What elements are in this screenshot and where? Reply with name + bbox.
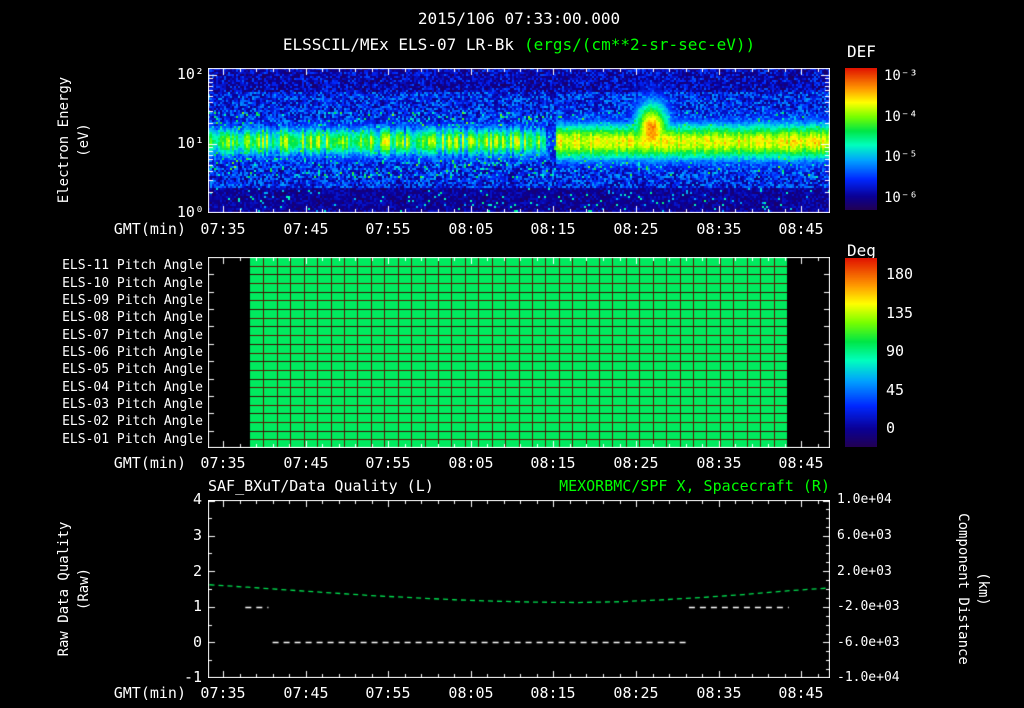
pitch-row-label: ELS-10 Pitch Angle	[62, 276, 203, 291]
time-tick-label: 07:45	[283, 684, 329, 702]
time-tick-label: 07:35	[200, 684, 246, 702]
pitch-row-label: ELS-08 Pitch Angle	[62, 310, 203, 325]
time-tick-label: 08:35	[696, 684, 742, 702]
def-tick-label: 10⁻³	[884, 68, 918, 84]
time-tick-label: 07:35	[200, 220, 246, 238]
els-quicklook-screen: 2015/106 07:33:00.000 ELSSCIL/MEx ELS-07…	[0, 0, 1024, 708]
time-tick-label: 08:05	[448, 220, 494, 238]
time-tick-label: 07:55	[365, 454, 411, 472]
deg-tick-label: 90	[886, 342, 905, 360]
time-tick-label: 08:25	[613, 684, 659, 702]
spectrogram-ylabel-line2: (eV)	[76, 123, 92, 157]
time-tick-label: 08:05	[448, 454, 494, 472]
quality-time-axis: 07:35 07:45 07:55 08:05 08:15 08:25 08:3…	[200, 684, 830, 702]
pitch-row-label: ELS-03 Pitch Angle	[62, 397, 203, 412]
quality-tick-label: 3	[192, 526, 202, 544]
pitch-row-label: ELS-05 Pitch Angle	[62, 362, 203, 377]
spectrogram-ylabel-line1: Electron Energy	[56, 76, 72, 204]
time-tick-label: 08:25	[613, 220, 659, 238]
energy-tick-label: 10⁰	[176, 203, 204, 221]
quality-ylabel-line2: (Raw)	[76, 567, 92, 611]
pitch-row-label: ELS-02 Pitch Angle	[62, 414, 203, 429]
pitch-angle-canvas	[208, 257, 830, 448]
timestamp-title: 2015/106 07:33:00.000	[417, 9, 621, 28]
pitch-row-label: ELS-06 Pitch Angle	[62, 345, 203, 360]
orbit-title-right: MEXORBMC/SPF X, Spacecraft (R)	[559, 477, 830, 495]
quality-distance-canvas	[208, 500, 830, 678]
time-tick-label: 08:35	[696, 220, 742, 238]
time-tick-label: 08:45	[778, 454, 824, 472]
distance-tick-label: 2.0e+03	[837, 564, 892, 579]
spectrogram-time-axis: 07:35 07:45 07:55 08:05 08:15 08:25 08:3…	[200, 220, 830, 238]
pitch-row-label: ELS-09 Pitch Angle	[62, 293, 203, 308]
gmt-label: GMT(min)	[113, 454, 186, 472]
def-colorbar	[845, 68, 877, 210]
quality-tick-label: 4	[192, 490, 202, 508]
quality-title-left: SAF_BXuT/Data Quality (L)	[208, 477, 434, 495]
time-tick-label: 08:45	[778, 220, 824, 238]
time-tick-label: 08:05	[448, 684, 494, 702]
def-colorbar-title: DEF	[847, 42, 876, 61]
distance-tick-label: -1.0e+04	[837, 670, 900, 685]
electron-spectrogram-canvas	[208, 68, 830, 213]
bottom-panel-titles: SAF_BXuT/Data Quality (L) MEXORBMC/SPF X…	[208, 479, 830, 494]
pitch-row-label: ELS-04 Pitch Angle	[62, 380, 203, 395]
distance-tick-label: 6.0e+03	[837, 528, 892, 543]
gmt-label: GMT(min)	[113, 220, 186, 238]
time-tick-label: 07:45	[283, 220, 329, 238]
units-label: (ergs/(cm**2-sr-sec-eV))	[524, 35, 756, 54]
time-tick-label: 07:45	[283, 454, 329, 472]
deg-tick-label: 45	[886, 381, 905, 399]
pitch-row-label: ELS-07 Pitch Angle	[62, 328, 203, 343]
time-tick-label: 08:25	[613, 454, 659, 472]
gmt-label: GMT(min)	[113, 684, 186, 702]
plot-title: ELSSCIL/MEx ELS-07 LR-Bk (ergs/(cm**2-sr…	[208, 37, 830, 53]
time-tick-label: 08:15	[530, 454, 576, 472]
pitch-row-label: ELS-01 Pitch Angle	[62, 432, 203, 447]
energy-tick-label: 10¹	[176, 134, 204, 152]
distance-tick-label: -2.0e+03	[837, 599, 900, 614]
deg-tick-label: 180	[886, 265, 914, 283]
deg-tick-label: 0	[886, 419, 896, 437]
time-tick-label: 07:55	[365, 220, 411, 238]
quality-tick-label: 1	[192, 597, 202, 615]
distance-tick-label: -6.0e+03	[837, 635, 900, 650]
distance-ylabel-line2: (km)	[975, 572, 991, 606]
pitch-time-axis: 07:35 07:45 07:55 08:05 08:15 08:25 08:3…	[200, 454, 830, 472]
def-tick-label: 10⁻⁵	[884, 149, 918, 165]
distance-ylabel-line1: Component Distance	[955, 513, 971, 665]
deg-colorbar-title: Deg	[847, 241, 876, 260]
pitch-row-label: ELS-11 Pitch Angle	[62, 258, 203, 273]
quality-ylabel-line1: Raw Data Quality	[56, 521, 72, 657]
time-tick-label: 08:15	[530, 684, 576, 702]
quality-tick-label: -1	[183, 668, 202, 686]
deg-tick-label: 135	[886, 304, 914, 322]
distance-tick-label: 1.0e+04	[837, 492, 892, 507]
quality-tick-label: 2	[192, 562, 202, 580]
def-tick-label: 10⁻⁴	[884, 109, 918, 125]
time-tick-label: 07:35	[200, 454, 246, 472]
deg-colorbar	[845, 258, 877, 447]
time-tick-label: 07:55	[365, 684, 411, 702]
instrument-title: ELSSCIL/MEx ELS-07 LR-Bk	[282, 35, 514, 54]
quality-tick-label: 0	[192, 633, 202, 651]
time-tick-label: 08:15	[530, 220, 576, 238]
def-tick-label: 10⁻⁶	[884, 190, 918, 206]
time-tick-label: 08:45	[778, 684, 824, 702]
time-tick-label: 08:35	[696, 454, 742, 472]
energy-tick-label: 10²	[176, 65, 204, 83]
